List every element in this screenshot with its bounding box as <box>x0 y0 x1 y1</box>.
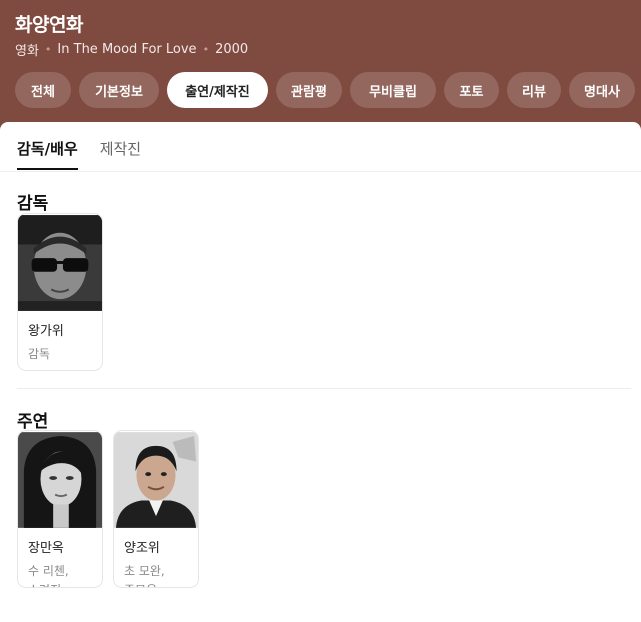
section-title-leads: 주연 <box>17 412 49 432</box>
person-name: 왕가위 <box>28 324 64 339</box>
person-card[interactable]: 왕가위 감독 <box>17 213 103 371</box>
meta-category: 영화 <box>15 44 39 59</box>
tab-reviews-rating[interactable]: 관람평 <box>276 72 342 108</box>
separator-dot: • <box>44 43 52 56</box>
person-role-line: 초 모완, <box>124 564 165 578</box>
person-role-line: 소려진, ... <box>28 581 80 587</box>
movie-header: 화양연화 영화 • In The Mood For Love • 2000 전체… <box>0 0 641 130</box>
woman-bw-portrait-photo <box>18 432 102 528</box>
person-card[interactable]: 장만옥 수 리첸, 소려진, ... <box>17 430 103 588</box>
tab-cast-crew[interactable]: 출연/제작진 <box>167 72 268 108</box>
tab-basic-info[interactable]: 기본정보 <box>79 72 159 108</box>
person-name: 장만옥 <box>28 541 64 556</box>
main-tab-bar: 전체 기본정보 출연/제작진 관람평 무비클립 포토 리뷰 명대사 <box>15 72 641 108</box>
person-role-line: 수 리첸, <box>28 564 69 578</box>
person-card[interactable]: 양조위 초 모완, 주모운, ... <box>113 430 199 588</box>
section-divider <box>17 388 631 389</box>
sub-tab-bar: 감독/배우 제작진 <box>17 138 163 170</box>
subtab-crew[interactable]: 제작진 <box>100 138 141 170</box>
subtab-divider <box>0 171 641 172</box>
man-suit-portrait-photo <box>114 432 198 528</box>
tab-reviews[interactable]: 리뷰 <box>507 72 561 108</box>
person-role-line: 감독 <box>28 347 51 361</box>
meta-year: 2000 <box>215 42 249 57</box>
separator-dot: • <box>202 43 210 56</box>
person-role: 수 리첸, 소려진, ... <box>28 562 80 587</box>
person-role-line: 주모운, ... <box>124 581 176 587</box>
section-title-director: 감독 <box>17 194 49 214</box>
tab-all[interactable]: 전체 <box>15 72 71 108</box>
movie-meta: 영화 • In The Mood For Love • 2000 <box>15 40 248 59</box>
movie-title: 화양연화 <box>15 14 83 36</box>
meta-original-title: In The Mood For Love <box>57 42 197 57</box>
person-name: 양조위 <box>124 541 160 556</box>
tab-quotes[interactable]: 명대사 <box>569 72 635 108</box>
person-with-sunglasses-photo <box>18 215 102 311</box>
subtab-director-cast[interactable]: 감독/배우 <box>17 138 78 170</box>
tab-movie-clips[interactable]: 무비클립 <box>350 72 436 108</box>
person-role: 초 모완, 주모운, ... <box>124 562 176 587</box>
tab-photos[interactable]: 포토 <box>444 72 499 108</box>
person-role: 감독 <box>28 345 50 364</box>
